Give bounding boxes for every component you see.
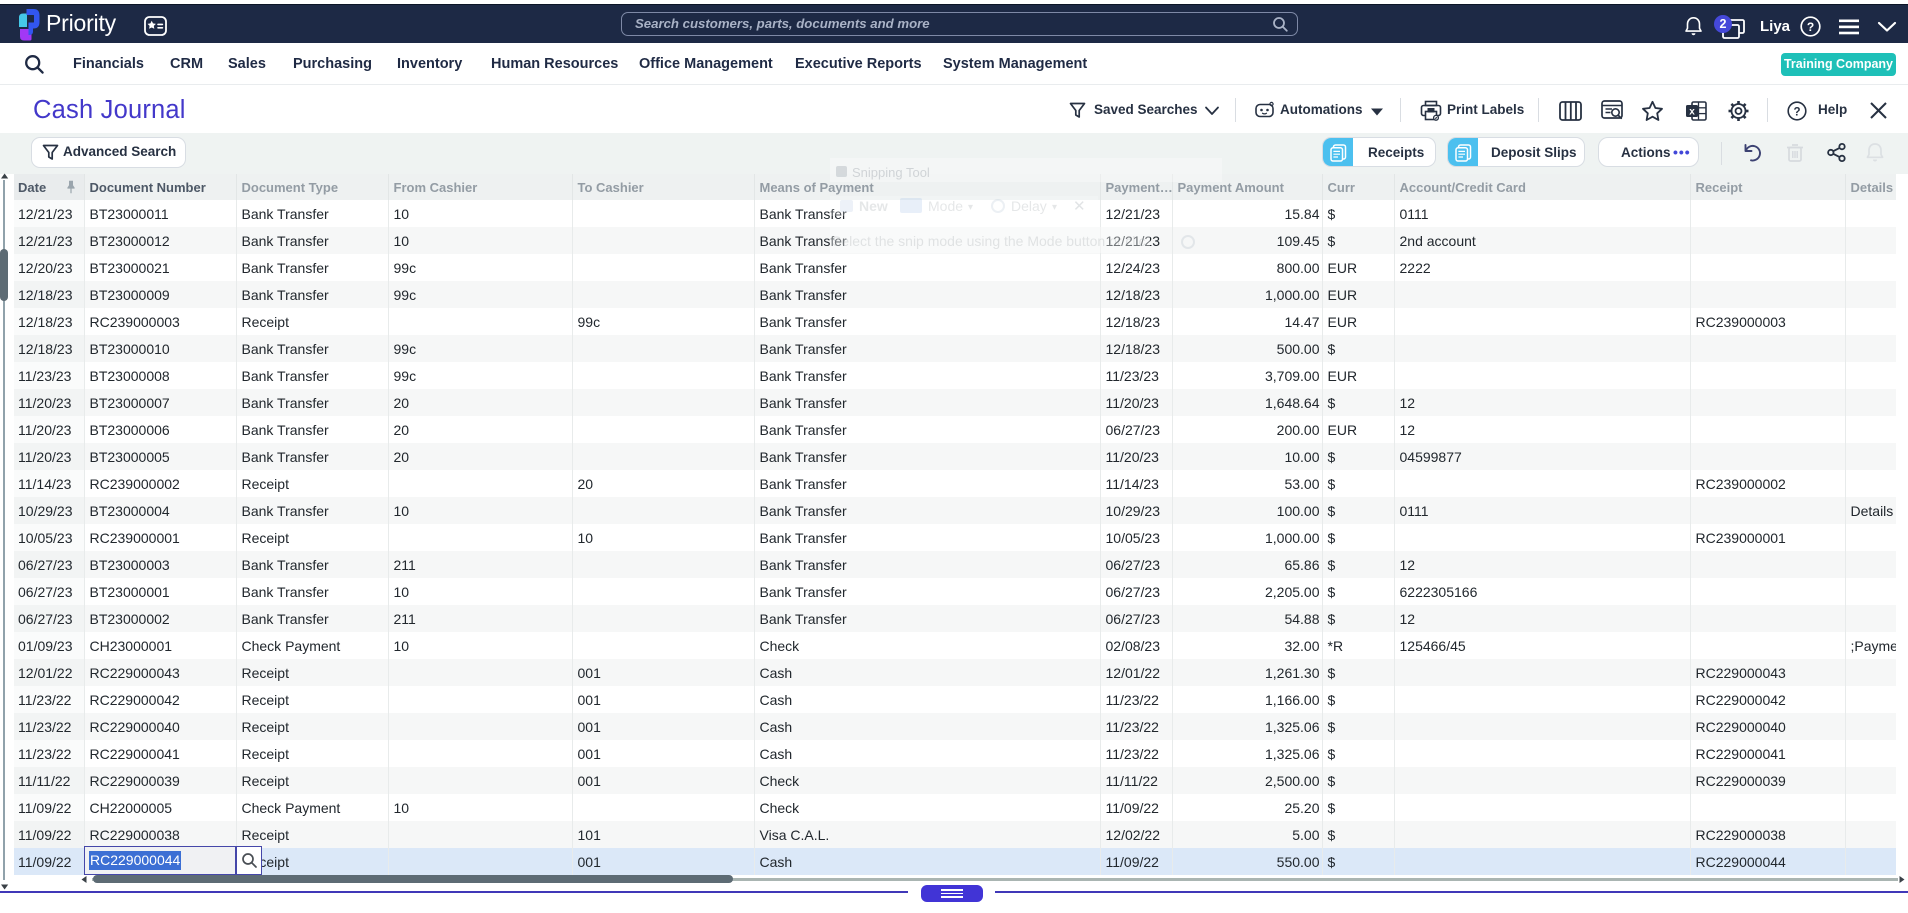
svg-text:x: x <box>1689 106 1695 117</box>
svg-text:?: ? <box>1807 20 1814 34</box>
svg-text:?: ? <box>1793 106 1800 118</box>
